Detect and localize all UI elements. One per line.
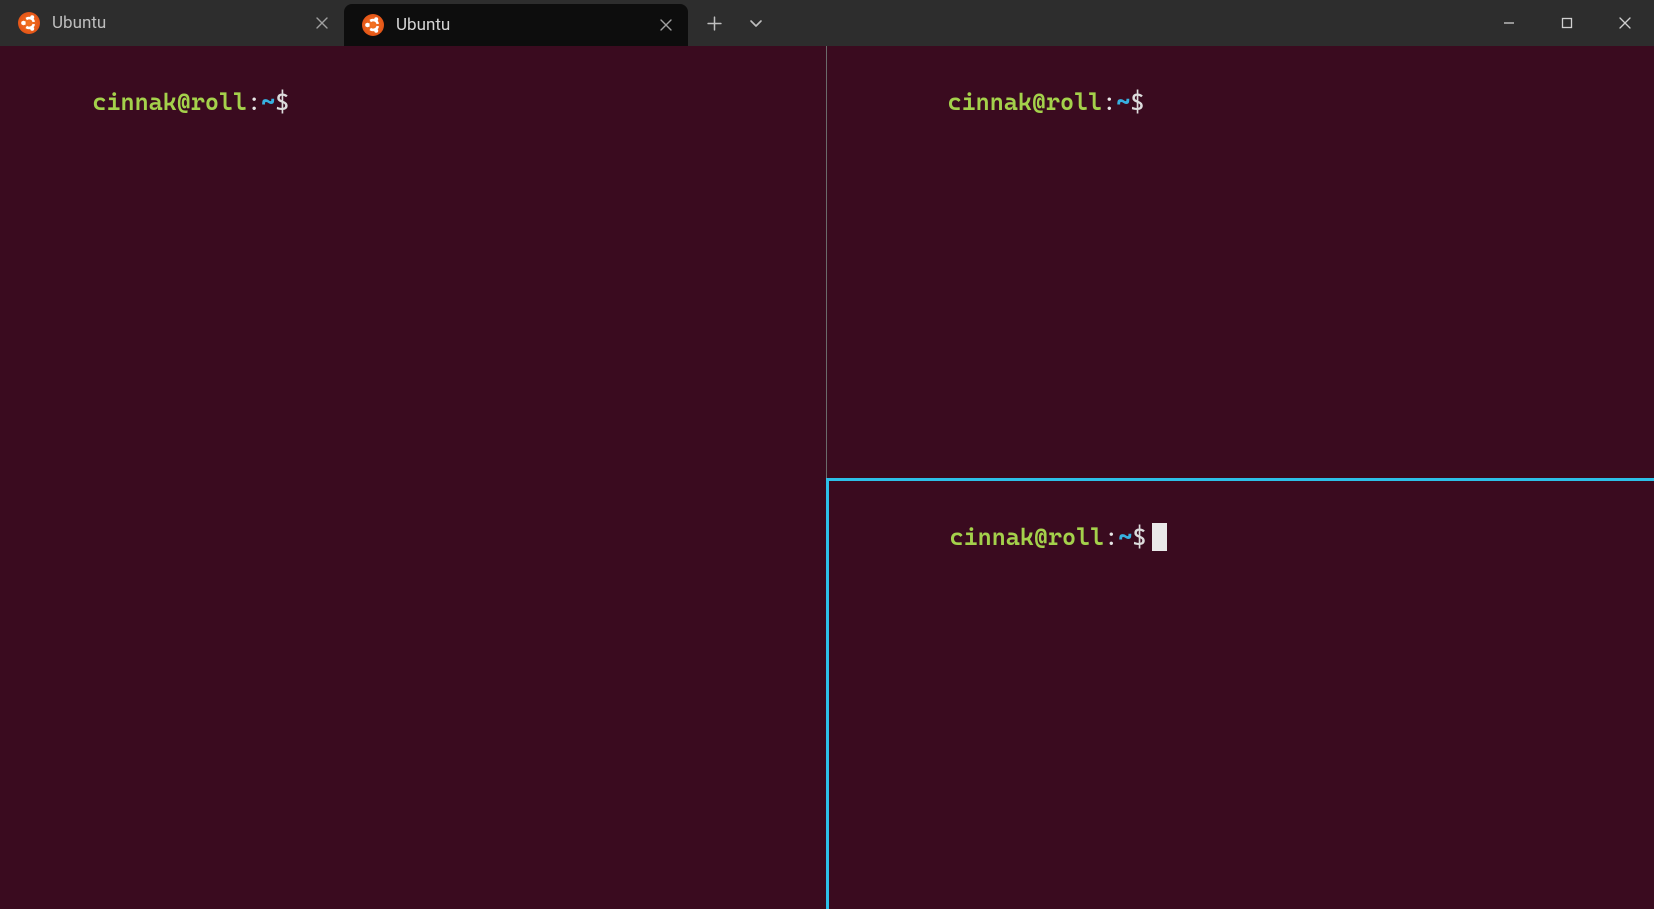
prompt-sigil: $ <box>1130 88 1144 116</box>
close-icon <box>660 19 672 31</box>
close-window-button[interactable] <box>1596 0 1654 46</box>
ubuntu-icon <box>362 14 384 36</box>
window-controls <box>1480 0 1654 46</box>
terminal-workspace: cinnak@roll:~$ cinnak@roll:~$ cinnak@rol… <box>0 46 1654 909</box>
tab-label: Ubuntu <box>396 15 642 35</box>
minimize-button[interactable] <box>1480 0 1538 46</box>
chevron-down-icon <box>748 15 764 31</box>
prompt-sigil: $ <box>1132 523 1146 551</box>
prompt-userhost: cinnak@roll <box>948 88 1103 116</box>
prompt-separator: : <box>1104 523 1118 551</box>
prompt-line: cinnak@roll:~$ <box>837 489 1646 586</box>
prompt-path: ~ <box>261 88 275 116</box>
tab-label: Ubuntu <box>52 13 298 33</box>
ubuntu-icon <box>18 12 40 34</box>
tab-close-button[interactable] <box>654 13 678 37</box>
terminal-right-column: cinnak@roll:~$ cinnak@roll:~$ <box>827 46 1654 909</box>
prompt-separator: : <box>247 88 261 116</box>
prompt-separator: : <box>1102 88 1116 116</box>
prompt-userhost: cinnak@roll <box>92 88 247 116</box>
titlebar-drag-area[interactable] <box>776 0 1480 46</box>
terminal-pane-right-top[interactable]: cinnak@roll:~$ <box>827 46 1654 478</box>
terminal-pane-right-bottom[interactable]: cinnak@roll:~$ <box>826 478 1654 909</box>
prompt-line: cinnak@roll:~$ <box>8 54 818 151</box>
terminal-pane-left[interactable]: cinnak@roll:~$ <box>0 46 827 909</box>
maximize-button[interactable] <box>1538 0 1596 46</box>
prompt-line: cinnak@roll:~$ <box>835 54 1646 151</box>
prompt-sigil: $ <box>275 88 289 116</box>
prompt-path: ~ <box>1118 523 1132 551</box>
minimize-icon <box>1502 16 1516 30</box>
terminal-cursor <box>1152 523 1167 551</box>
tab-actions <box>688 0 776 46</box>
titlebar: Ubuntu Ubuntu <box>0 0 1654 46</box>
new-tab-button[interactable] <box>694 0 734 46</box>
tab-list: Ubuntu Ubuntu <box>0 0 688 46</box>
prompt-path: ~ <box>1116 88 1130 116</box>
plus-icon <box>707 16 722 31</box>
prompt-userhost: cinnak@roll <box>950 523 1105 551</box>
tab-dropdown-button[interactable] <box>736 0 776 46</box>
tab-ubuntu-1[interactable]: Ubuntu <box>0 0 344 46</box>
maximize-icon <box>1560 16 1574 30</box>
tab-ubuntu-2[interactable]: Ubuntu <box>344 4 688 46</box>
tab-close-button[interactable] <box>310 11 334 35</box>
close-icon <box>1618 16 1632 30</box>
close-icon <box>316 17 328 29</box>
